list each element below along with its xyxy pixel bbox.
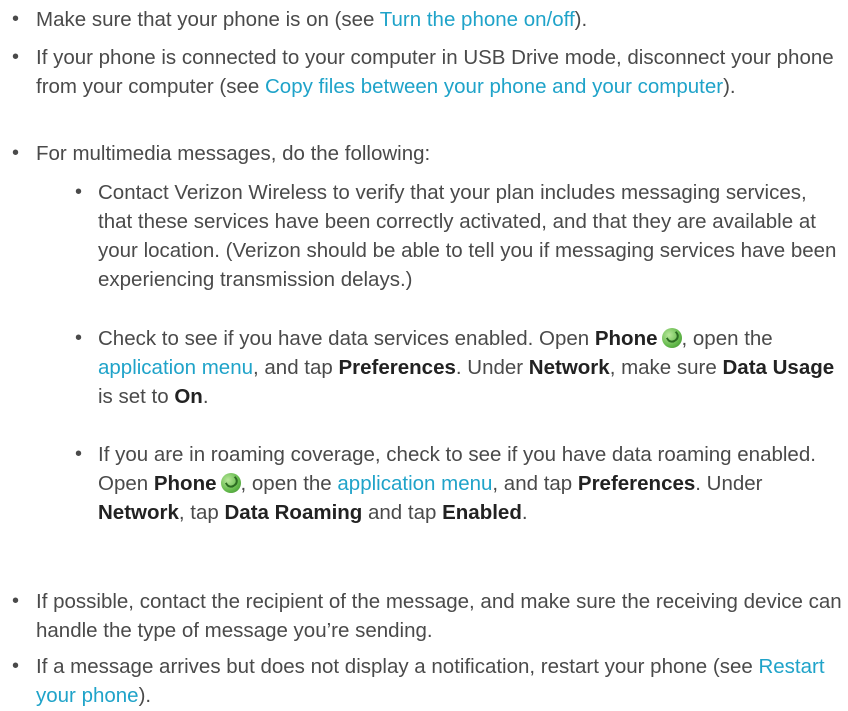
- link-application-menu[interactable]: application menu: [337, 472, 492, 495]
- phone-app-label: Phone: [594, 327, 658, 350]
- list-item: • If you are in roaming coverage, check …: [0, 440, 843, 527]
- document-page: • Make sure that your phone is on (see T…: [0, 0, 848, 711]
- list-item: • Contact Verizon Wireless to verify tha…: [0, 178, 843, 294]
- network-label: Network: [98, 501, 179, 524]
- list-item: • If possible, contact the recipient of …: [0, 587, 848, 645]
- enabled-label: Enabled: [442, 501, 522, 524]
- list-item: • Check to see if you have data services…: [0, 324, 843, 411]
- link-copy-files[interactable]: Copy files between your phone and your c…: [265, 75, 723, 98]
- bullet: •: [75, 443, 83, 465]
- phone-app-icon: [220, 473, 241, 493]
- link-turn-phone-on-off[interactable]: Turn the phone on/off: [380, 8, 575, 31]
- bullet: •: [75, 327, 83, 349]
- bullet: •: [12, 8, 20, 30]
- preferences-label: Preferences: [577, 472, 696, 495]
- bullet: •: [12, 142, 20, 164]
- list-item: • If your phone is connected to your com…: [0, 43, 848, 101]
- bullet: •: [12, 590, 20, 612]
- bullet: •: [12, 655, 20, 677]
- data-usage-label: Data Usage: [722, 356, 835, 379]
- phone-app-label: Phone: [153, 472, 217, 495]
- data-roaming-label: Data Roaming: [224, 501, 363, 524]
- list-item: • Make sure that your phone is on (see T…: [0, 5, 848, 34]
- on-label: On: [174, 385, 203, 408]
- link-application-menu[interactable]: application menu: [98, 356, 253, 379]
- list-item: • For multimedia messages, do the follow…: [0, 139, 848, 168]
- bullet: •: [12, 46, 20, 68]
- network-label: Network: [528, 356, 610, 379]
- phone-app-icon: [661, 328, 682, 348]
- list-item: • If a message arrives but does not disp…: [0, 652, 848, 710]
- preferences-label: Preferences: [338, 356, 456, 379]
- bullet: •: [75, 181, 83, 203]
